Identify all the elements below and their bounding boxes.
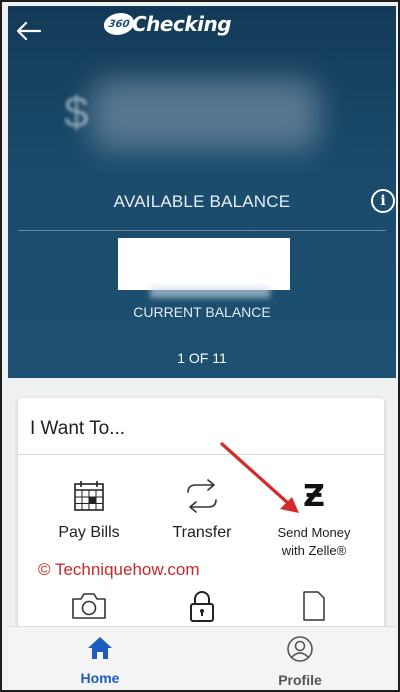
- pay-bills-label: Pay Bills: [58, 524, 120, 541]
- current-balance-label: CURRENT BALANCE: [133, 304, 271, 320]
- document-icon: [303, 591, 325, 621]
- transfer-label: Transfer: [172, 524, 232, 541]
- back-arrow-icon: [16, 21, 42, 41]
- logo-badge: 360: [102, 13, 136, 35]
- available-balance-label: AVAILABLE BALANCE: [113, 192, 291, 211]
- blurred-current-amount: [150, 286, 270, 298]
- calendar-icon: [74, 481, 104, 511]
- bottom-navigation: Home Profile: [8, 626, 396, 690]
- pay-bills-button[interactable]: Pay Bills: [30, 478, 148, 542]
- transfer-button[interactable]: Transfer: [143, 478, 261, 542]
- deposit-check-button[interactable]: [30, 590, 148, 620]
- nav-item-profile[interactable]: Profile: [240, 635, 360, 688]
- info-icon[interactable]: i: [371, 189, 395, 213]
- nav-home-label: Home: [80, 670, 120, 686]
- watermark: © Techniquehow.com: [38, 560, 200, 579]
- nav-profile-label: Profile: [278, 672, 322, 688]
- logo-text: Checking: [132, 12, 232, 36]
- nav-item-home[interactable]: Home: [40, 635, 160, 686]
- i-want-to-card: I Want To... Pay Bills Transfer Ƶ Send M…: [18, 398, 384, 634]
- available-balance-amount: $: [64, 74, 334, 156]
- blurred-amount: [90, 78, 320, 150]
- send-money-zelle-label: Send Money with Zelle®: [277, 525, 351, 558]
- transfer-arrows-icon: [187, 479, 217, 513]
- camera-icon: [72, 593, 106, 619]
- divider: [18, 230, 386, 231]
- account-header: 360 Checking $ AVAILABLE BALANCE i CURRE…: [8, 6, 396, 378]
- profile-icon: [287, 636, 313, 662]
- app-screen: 360 Checking $ AVAILABLE BALANCE i CURRE…: [0, 0, 400, 692]
- statements-button[interactable]: [255, 590, 373, 622]
- card-title: I Want To...: [30, 418, 126, 439]
- account-pager[interactable]: 1 OF 11: [8, 350, 396, 366]
- currency-symbol: $: [64, 88, 89, 137]
- account-logo: 360 Checking: [102, 12, 232, 36]
- lock-icon: [190, 591, 214, 622]
- lock-card-button[interactable]: [143, 590, 261, 622]
- card-divider: [18, 454, 384, 455]
- zelle-icon: Ƶ: [303, 478, 325, 514]
- current-balance-redaction: [118, 238, 290, 290]
- send-money-zelle-button[interactable]: Ƶ Send Money with Zelle®: [255, 478, 373, 560]
- home-icon: [88, 637, 112, 659]
- back-button[interactable]: [12, 14, 46, 48]
